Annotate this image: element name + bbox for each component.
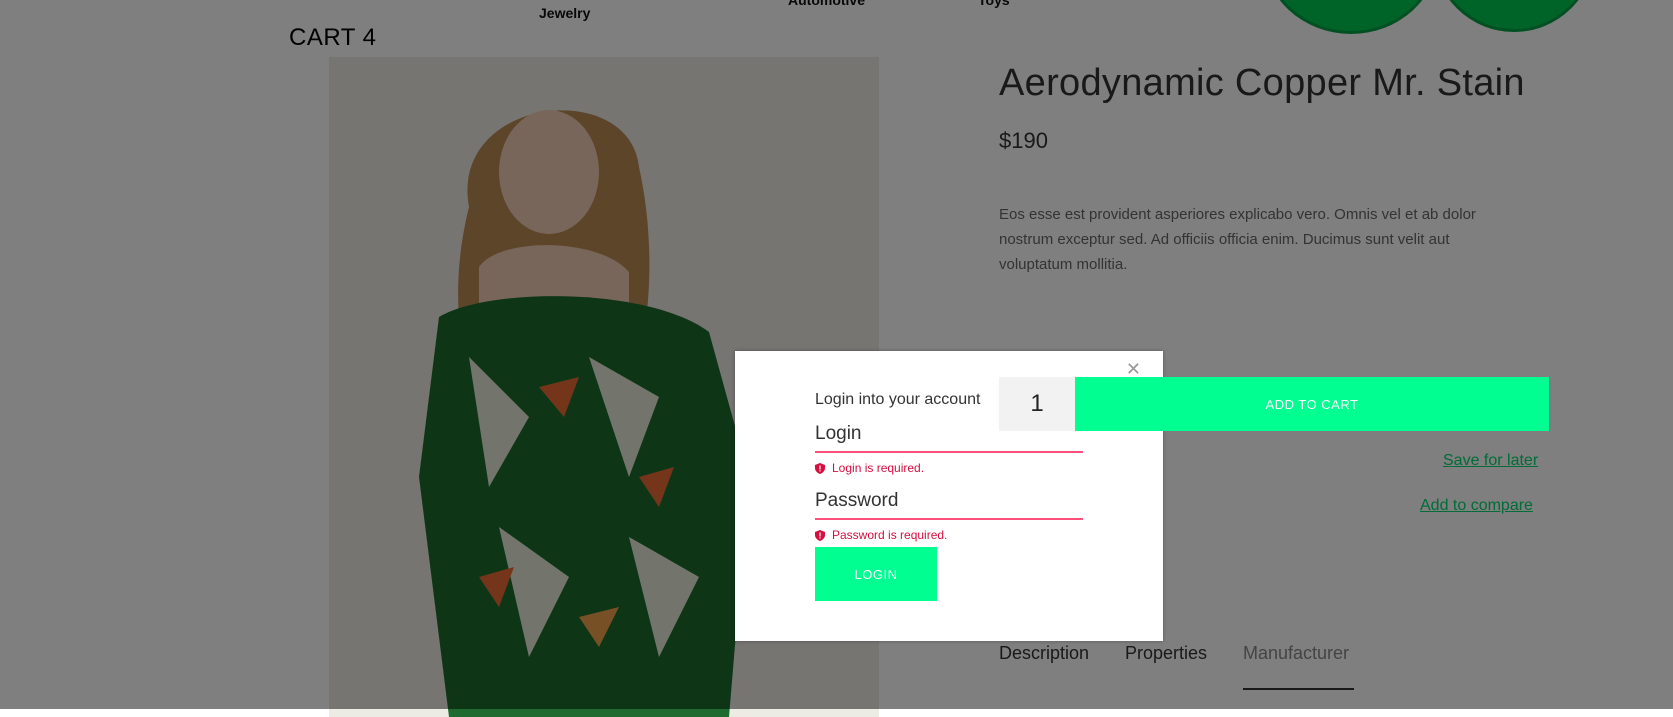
password-error: Password is required.: [815, 528, 1083, 542]
password-input[interactable]: Password: [815, 490, 1083, 520]
password-field[interactable]: Password Password is required.: [815, 490, 1083, 542]
login-error: Login is required.: [815, 461, 1083, 475]
shield-icon: [815, 529, 825, 541]
add-to-cart-button[interactable]: ADD TO CART: [1075, 377, 1549, 431]
password-error-text: Password is required.: [832, 528, 948, 542]
shield-icon: [815, 462, 825, 474]
login-modal-heading: Login into your account: [815, 391, 981, 408]
login-button[interactable]: LOGIN: [815, 547, 937, 601]
quantity-input[interactable]: 1: [999, 377, 1075, 431]
login-error-text: Login is required.: [832, 461, 925, 475]
